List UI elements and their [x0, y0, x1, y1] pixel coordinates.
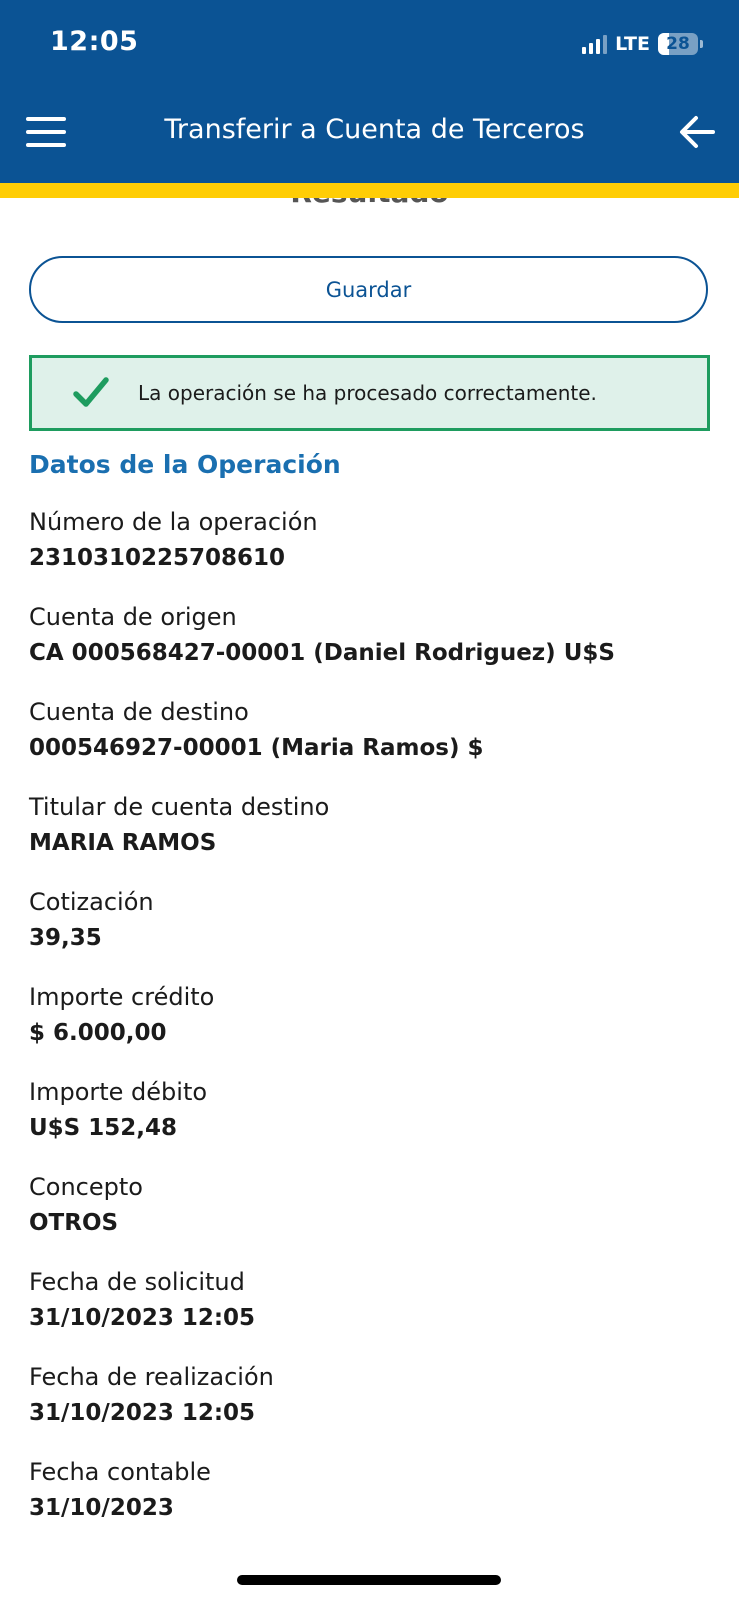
field-value: 39,35 — [29, 925, 102, 951]
save-button[interactable]: Guardar — [29, 256, 708, 323]
field-concept: Concepto OTROS — [29, 1169, 719, 1264]
field-label: Fecha de realización — [29, 1363, 274, 1391]
field-execution-date: Fecha de realización 31/10/2023 12:05 — [29, 1359, 719, 1454]
status-indicators: LTE 28 — [582, 30, 703, 58]
app-header: 12:05 LTE 28 Transferir a Cuenta de Terc… — [0, 0, 739, 183]
signal-icon — [582, 34, 608, 54]
battery-icon: 28 — [658, 33, 703, 55]
field-label: Cuenta de destino — [29, 698, 249, 726]
field-label: Fecha contable — [29, 1458, 211, 1486]
field-value: OTROS — [29, 1210, 119, 1236]
field-label: Importe crédito — [29, 983, 215, 1011]
checkmark-icon — [73, 377, 109, 407]
result-heading: Resultado — [0, 198, 739, 209]
home-indicator[interactable] — [237, 1575, 501, 1585]
field-value: 31/10/2023 12:05 — [29, 1400, 256, 1426]
network-type: LTE — [615, 33, 650, 55]
field-label: Importe débito — [29, 1078, 208, 1106]
field-value: 31/10/2023 — [29, 1495, 174, 1521]
back-arrow-icon[interactable] — [677, 112, 717, 152]
accent-strip — [0, 183, 739, 198]
field-request-date: Fecha de solicitud 31/10/2023 12:05 — [29, 1264, 719, 1359]
success-alert: La operación se ha procesado correctamen… — [29, 355, 710, 431]
field-value: 31/10/2023 12:05 — [29, 1305, 256, 1331]
field-destination-holder: Titular de cuenta destino MARIA RAMOS — [29, 789, 719, 884]
field-debit-amount: Importe débito U$S 152,48 — [29, 1074, 719, 1169]
field-value: U$S 152,48 — [29, 1115, 178, 1141]
field-destination-account: Cuenta de destino 000546927-00001 (Maria… — [29, 694, 719, 789]
operation-data-title: Datos de la Operación — [29, 450, 341, 479]
success-message: La operación se ha procesado correctamen… — [138, 381, 597, 405]
field-source-account: Cuenta de origen CA 000568427-00001 (Dan… — [29, 599, 719, 694]
field-label: Titular de cuenta destino — [29, 793, 330, 821]
field-value: CA 000568427-00001 (Daniel Rodriguez) U$… — [29, 640, 615, 666]
field-label: Fecha de solicitud — [29, 1268, 245, 1296]
field-exchange-rate: Cotización 39,35 — [29, 884, 719, 979]
field-value: 000546927-00001 (Maria Ramos) $ — [29, 735, 484, 761]
field-operation-number: Número de la operación 2310310225708610 — [29, 504, 719, 599]
field-label: Concepto — [29, 1173, 143, 1201]
status-time: 12:05 — [50, 26, 139, 57]
page-title: Transferir a Cuenta de Terceros — [164, 114, 585, 145]
field-label: Cotización — [29, 888, 154, 916]
field-value: 2310310225708610 — [29, 545, 286, 571]
field-label: Número de la operación — [29, 508, 318, 536]
operation-details: Número de la operación 2310310225708610 … — [29, 504, 719, 1549]
field-credit-amount: Importe crédito $ 6.000,00 — [29, 979, 719, 1074]
field-label: Cuenta de origen — [29, 603, 237, 631]
field-value: $ 6.000,00 — [29, 1020, 167, 1046]
battery-percent: 28 — [666, 34, 690, 54]
main-content: Resultado Guardar La operación se ha pro… — [0, 198, 739, 1600]
field-accounting-date: Fecha contable 31/10/2023 — [29, 1454, 719, 1549]
field-value: MARIA RAMOS — [29, 830, 217, 856]
